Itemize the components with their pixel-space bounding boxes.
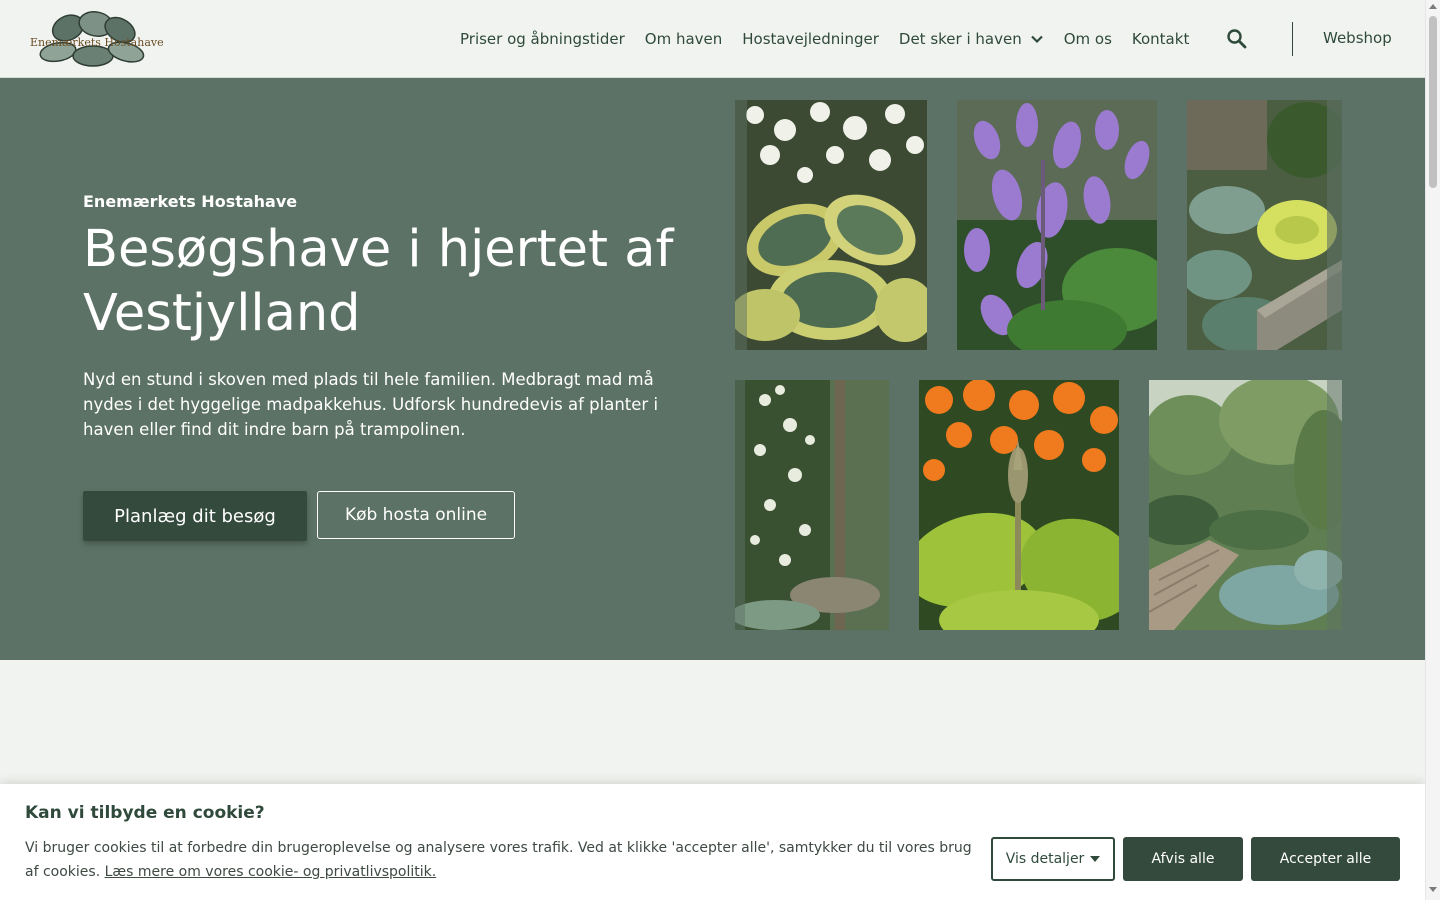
logo-text: Enemærkets Hostahave — [30, 36, 164, 49]
hosta-photo-5 — [919, 380, 1119, 630]
scroll-thumb[interactable] — [1429, 16, 1437, 188]
main-nav: Priser og åbningstider Om haven Hostavej… — [460, 0, 1209, 78]
nav-item-hostavejledninger[interactable]: Hostavejledninger — [742, 30, 879, 48]
hosta-photo-6 — [1149, 380, 1342, 630]
hero-eyebrow: Enemærkets Hostahave — [83, 192, 298, 211]
hero-description: Nyd en stund i skoven med plads til hele… — [83, 370, 659, 439]
hosta-photo-4 — [735, 380, 889, 630]
hosta-photo-2 — [957, 100, 1157, 350]
nav-item-kontakt[interactable]: Kontakt — [1132, 30, 1189, 48]
hero-section: Enemærkets Hostahave Besøgshave i hjerte… — [0, 78, 1425, 660]
header-divider — [1292, 22, 1293, 56]
show-details-label: Vis detaljer — [1005, 851, 1085, 867]
cookie-title: Kan vi tilbyde en cookie? — [25, 803, 265, 823]
nav-item-om-haven[interactable]: Om haven — [645, 30, 723, 48]
webshop-link[interactable]: Webshop — [1323, 29, 1392, 47]
nav-item-det-sker-i-haven[interactable]: Det sker i haven — [899, 30, 1044, 48]
nav-item-label: Det sker i haven — [898, 30, 1022, 48]
page-scrollbar[interactable] — [1425, 0, 1440, 900]
nav-item-priser[interactable]: Priser og åbningstider — [460, 30, 625, 48]
chevron-down-icon — [1030, 35, 1043, 44]
nav-item-om-os[interactable]: Om os — [1064, 30, 1112, 48]
hero-title: Besøgshave i hjertet af Vestjylland — [83, 220, 674, 343]
hosta-photo-1 — [735, 100, 927, 350]
search-icon[interactable] — [1225, 27, 1249, 51]
hosta-photo-3 — [1187, 100, 1342, 350]
show-details-button[interactable]: Vis detaljer — [991, 837, 1115, 881]
cookie-text: Vi bruger cookies til at forbedre din br… — [25, 836, 975, 884]
caret-down-icon — [1090, 856, 1101, 862]
logo[interactable]: Enemærkets Hostahave — [28, 8, 164, 70]
plan-visit-button[interactable]: Planlæg dit besøg — [83, 491, 307, 541]
accept-all-button[interactable]: Accepter alle — [1251, 837, 1400, 881]
scroll-up-arrow-icon[interactable] — [1429, 4, 1437, 9]
buy-hosta-online-button[interactable]: Køb hosta online — [317, 491, 515, 539]
privacy-policy-link[interactable]: Læs mere om vores cookie- og privatlivsp… — [105, 864, 437, 880]
scroll-down-arrow-icon[interactable] — [1429, 887, 1437, 892]
site-header: Enemærkets Hostahave Priser og åbningsti… — [0, 0, 1425, 78]
cookie-banner: Kan vi tilbyde en cookie? Vi bruger cook… — [0, 784, 1425, 900]
decline-all-button[interactable]: Afvis alle — [1123, 837, 1243, 881]
